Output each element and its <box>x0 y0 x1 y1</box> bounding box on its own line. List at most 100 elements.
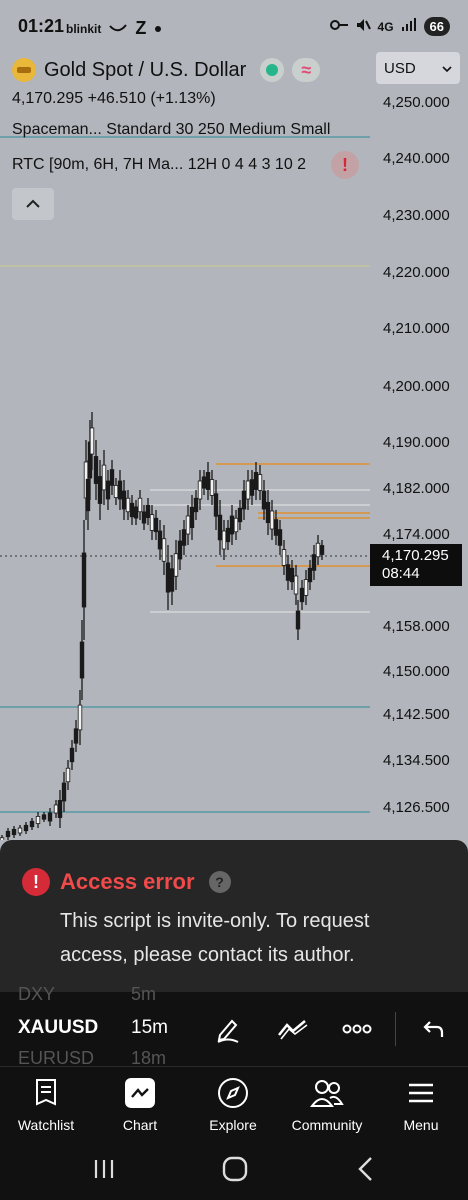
candle-body <box>47 812 53 822</box>
system-icons: 4G 66 <box>329 17 450 36</box>
candle-body <box>319 545 325 555</box>
candle-body <box>77 704 83 731</box>
help-icon[interactable]: ? <box>208 871 231 893</box>
candle-body <box>177 540 183 560</box>
candle-body <box>97 476 103 504</box>
candle-body <box>185 515 191 535</box>
candle-body <box>281 549 287 566</box>
nav-community-label: Community <box>291 1117 363 1133</box>
candle-body <box>295 610 301 630</box>
toolbar-divider <box>395 1012 396 1046</box>
chevron-down-icon <box>442 60 452 77</box>
price-axis-label: 4,174.000 <box>383 526 450 543</box>
price-axis-label: 4,182.000 <box>383 480 450 497</box>
candle-body <box>105 480 111 500</box>
home-icon[interactable] <box>222 1156 248 1187</box>
price-axis-label: 4,126.500 <box>383 799 450 816</box>
recent-apps-icon[interactable] <box>92 1158 116 1185</box>
gold-symbol-icon <box>12 58 36 82</box>
candle-body <box>307 567 313 583</box>
candle-body <box>169 568 175 592</box>
candle-body <box>237 507 243 523</box>
candle-body <box>89 427 95 455</box>
nav-menu[interactable]: Menu <box>375 1075 467 1133</box>
bottom-navigation: Watchlist Chart Explore Community Menu <box>0 1066 468 1146</box>
nav-explore[interactable]: Explore <box>187 1075 279 1133</box>
nav-watchlist[interactable]: Watchlist <box>0 1075 92 1133</box>
candle-body <box>0 837 5 840</box>
candle-body <box>221 530 227 550</box>
candle-body <box>117 480 123 500</box>
price-axis-label: 4,134.500 <box>383 752 450 769</box>
current-price-value: 4,170.295 <box>382 547 449 564</box>
indicator-rtc[interactable]: RTC [90m, 6H, 7H Ma... 12H 0 4 4 3 10 2 <box>12 156 328 174</box>
price-axis-label: 4,142.500 <box>383 706 450 723</box>
candle-body <box>315 542 321 558</box>
symbol-title[interactable]: Gold Spot / U.S. Dollar <box>44 59 246 82</box>
candle-body <box>137 497 143 513</box>
candle-body <box>93 456 99 484</box>
notification-icons: blinkit Z <box>66 18 162 39</box>
candle-body <box>141 511 147 524</box>
market-open-icon <box>260 58 285 82</box>
price-axis-label: 4,210.000 <box>383 320 450 337</box>
system-navigation <box>0 1146 468 1200</box>
candle-body <box>233 517 239 533</box>
candle-body <box>109 469 115 486</box>
nav-explore-label: Explore <box>209 1117 257 1133</box>
candle-body <box>121 490 127 510</box>
price-axis-label: 4,150.000 <box>383 663 450 680</box>
indicator-spaceman[interactable]: Spaceman... Standard 30 250 Medium Small <box>12 121 368 139</box>
bar-countdown: 08:44 <box>382 565 420 582</box>
candle-body <box>241 490 247 510</box>
wave-icon[interactable]: ≈ <box>292 58 321 82</box>
candle-body <box>181 529 187 546</box>
candle-body <box>165 562 171 593</box>
indicator-error-icon[interactable]: ! <box>331 151 359 179</box>
current-price-tag: 4,170.295 08:44 <box>370 544 462 586</box>
undo-icon[interactable] <box>416 1012 450 1046</box>
candle-body <box>253 472 259 490</box>
candle-body <box>5 830 11 838</box>
blinkit-notification-icon: blinkit <box>66 21 102 36</box>
candle-body <box>133 506 139 519</box>
error-icon: ! <box>22 868 50 896</box>
more-options-icon[interactable] <box>340 1012 374 1046</box>
currency-select[interactable]: USD <box>376 52 460 84</box>
drawing-tool-icon[interactable] <box>211 1012 245 1046</box>
nav-chart[interactable]: Chart <box>94 1075 186 1133</box>
nav-community[interactable]: Community <box>281 1075 373 1133</box>
price-axis-label: 4,240.000 <box>383 150 450 167</box>
price-axis-label: 4,158.000 <box>383 618 450 635</box>
price-axis-label: 4,200.000 <box>383 378 450 395</box>
candle-body <box>299 587 305 603</box>
symbol-header[interactable]: Gold Spot / U.S. Dollar ≈ <box>12 58 321 82</box>
candle-body <box>261 490 267 510</box>
candle-body <box>289 567 295 583</box>
candle-body <box>173 553 179 577</box>
candle-body <box>257 474 263 491</box>
candle-body <box>269 510 275 530</box>
back-icon[interactable] <box>356 1156 374 1187</box>
symbol-selector[interactable]: XAUUSD <box>18 1017 98 1039</box>
battery-indicator: 66 <box>423 17 450 36</box>
menu-icon <box>375 1075 467 1111</box>
interval-selector[interactable]: 15m <box>131 1017 168 1039</box>
app-screen: 01:21 blinkit Z 4G 66 Gold Spot / U.S. D… <box>0 0 468 1200</box>
key-icon <box>329 19 348 34</box>
candle-body <box>201 476 207 489</box>
candle-body <box>209 479 215 496</box>
collapse-legend-button[interactable] <box>12 188 54 220</box>
candle-body <box>303 579 309 596</box>
candle-body <box>285 564 291 581</box>
candle-body <box>23 824 29 832</box>
candle-body <box>65 767 71 783</box>
mute-icon <box>355 18 371 35</box>
candle-body <box>193 497 199 513</box>
candle-body <box>17 827 23 834</box>
candle-body <box>205 472 211 490</box>
indicators-icon[interactable] <box>276 1012 310 1046</box>
prev-interval-ghost: 5m <box>131 984 157 1004</box>
candle-body <box>125 497 131 513</box>
candle-body <box>85 478 91 512</box>
